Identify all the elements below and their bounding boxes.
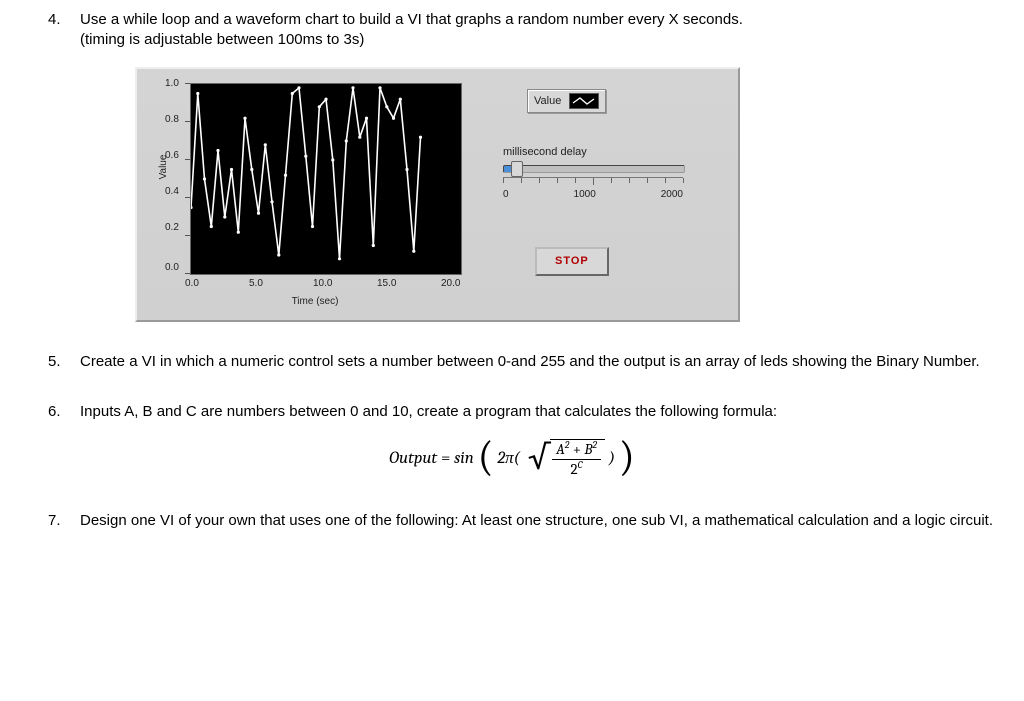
ytick-label: 1.0 <box>165 77 179 90</box>
q6-number: 6. <box>48 402 61 422</box>
sqrt-expression: √ A2 + B2 2C <box>524 437 605 481</box>
slider-track[interactable] <box>503 165 685 173</box>
legend-line-icon <box>572 96 596 106</box>
q4-number: 4. <box>48 10 61 30</box>
sqrt-body: A2 + B2 2C <box>550 439 605 479</box>
legend-swatch <box>569 93 599 109</box>
xtick-label: 20.0 <box>441 277 460 290</box>
ytick-label: 0.0 <box>165 261 179 274</box>
formula-func: sin <box>454 449 474 468</box>
controls-area: Value millisecond delay 0 1000 2000 <box>497 77 730 316</box>
y-axis-label: Value <box>157 137 170 197</box>
formula: Output = sin ( 2π( √ A2 + B2 2C ) ) <box>30 437 994 481</box>
stop-button[interactable]: STOP <box>535 247 609 275</box>
slider-tick-marks <box>503 177 683 186</box>
slider-scale-values: 0 1000 2000 <box>503 188 683 201</box>
close-small-paren: ) <box>609 449 615 468</box>
slider-thumb[interactable] <box>511 161 523 177</box>
two-pi-open: 2π( <box>497 449 520 468</box>
vi-front-panel: 1.0 0.8 0.6 0.4 0.2 0.0 Value 0.0 5.0 10… <box>135 67 740 322</box>
fraction: A2 + B2 2C <box>552 440 601 477</box>
q5-text: Create a VI in which a numeric control s… <box>80 352 994 372</box>
question-4: 4. Use a while loop and a waveform chart… <box>30 10 994 322</box>
equals-sign: = <box>441 449 454 468</box>
xtick-label: 5.0 <box>249 277 263 290</box>
xtick-label: 15.0 <box>377 277 396 290</box>
close-paren-icon: ) <box>619 432 635 481</box>
chart-legend: Value <box>527 89 606 113</box>
legend-text: Value <box>534 94 561 108</box>
stop-button-label: STOP <box>555 255 589 267</box>
question-5: 5. Create a VI in which a numeric contro… <box>30 352 994 372</box>
q5-number: 5. <box>48 352 61 372</box>
q7-text: Design one VI of your own that uses one … <box>80 511 994 531</box>
q4-text-2: (timing is adjustable between 100ms to 3… <box>80 31 364 48</box>
slider-label: millisecond delay <box>503 145 730 159</box>
open-paren-icon: ( <box>478 432 494 481</box>
delay-slider: millisecond delay 0 1000 2000 <box>503 145 730 201</box>
q6-text: Inputs A, B and C are numbers between 0 … <box>80 402 994 422</box>
q7-number: 7. <box>48 511 61 531</box>
question-6: 6. Inputs A, B and C are numbers between… <box>30 402 994 482</box>
slider-max: 2000 <box>661 188 683 201</box>
waveform-chart: 1.0 0.8 0.6 0.4 0.2 0.0 Value 0.0 5.0 10… <box>145 77 485 312</box>
xtick-label: 10.0 <box>313 277 332 290</box>
exp-C: C <box>578 459 583 471</box>
slider-mid: 1000 <box>574 188 596 201</box>
q4-text-1: Use a while loop and a waveform chart to… <box>80 11 743 28</box>
slider-min: 0 <box>503 188 509 201</box>
waveform-line <box>191 84 461 274</box>
formula-lhs: Output <box>389 449 437 468</box>
ytick-label: 0.2 <box>165 221 179 234</box>
xtick-label: 0.0 <box>185 277 199 290</box>
question-7: 7. Design one VI of your own that uses o… <box>30 511 994 531</box>
sqrt-icon: √ <box>528 437 550 477</box>
ytick-label: 0.8 <box>165 113 179 126</box>
x-axis-label: Time (sec) <box>145 295 485 308</box>
q4-body: Use a while loop and a waveform chart to… <box>80 10 994 49</box>
plot-area <box>190 83 462 275</box>
